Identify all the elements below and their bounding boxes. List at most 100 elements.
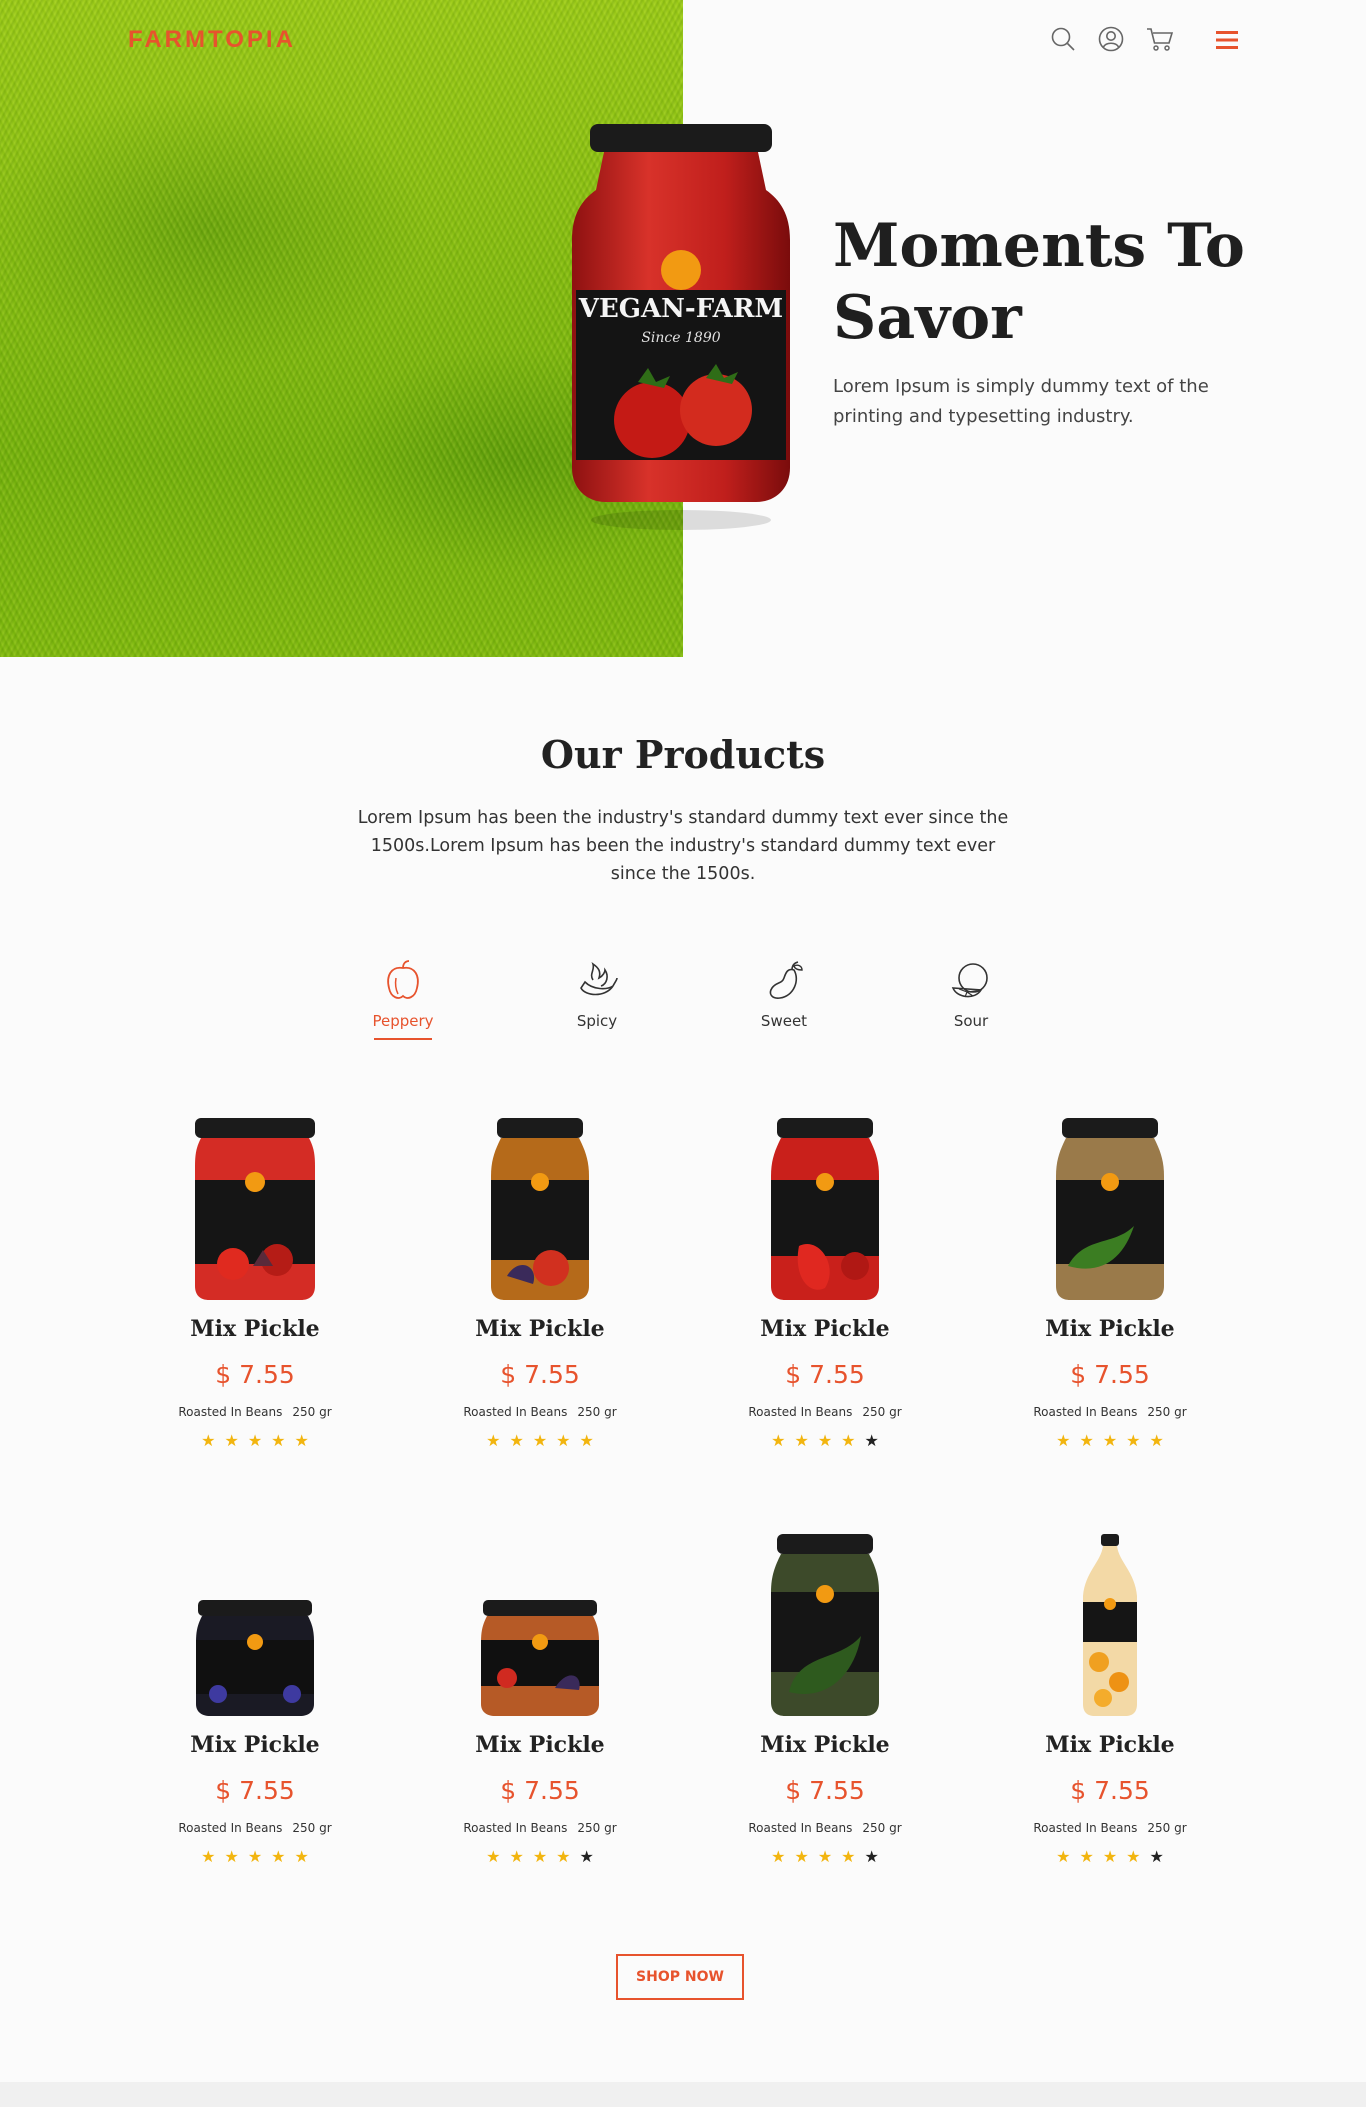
- product-rating: ★★★★★: [990, 1847, 1230, 1866]
- star-filled-icon: ★: [1079, 1431, 1103, 1450]
- star-empty-icon: ★: [579, 1847, 603, 1866]
- footer-strip: [0, 2082, 1366, 2107]
- product-card[interactable]: Mix Pickle $ 7.55 Roasted In Beans 250 gr…: [420, 1112, 660, 1450]
- product-weight: 250 gr: [577, 1405, 617, 1419]
- product-price: $ 7.55: [500, 1776, 580, 1805]
- star-filled-icon: ★: [841, 1431, 865, 1450]
- product-card[interactable]: Mix Pickle $ 7.55 Roasted In Beans 250 gr…: [990, 1112, 1230, 1450]
- product-meta: Roasted In Beans 250 gr: [990, 1405, 1230, 1419]
- product-jar-image: [705, 1528, 945, 1718]
- category-label: Sour: [953, 1012, 989, 1030]
- user-icon[interactable]: [1098, 26, 1124, 52]
- star-filled-icon: ★: [294, 1431, 318, 1450]
- product-name: Mix Pickle: [760, 1732, 890, 1758]
- product-rating: ★★★★★: [705, 1431, 945, 1450]
- product-tag: Roasted In Beans: [1033, 1821, 1138, 1835]
- product-weight: 250 gr: [862, 1821, 902, 1835]
- category-sweet[interactable]: Sweet: [724, 958, 844, 1030]
- product-card[interactable]: Mix Pickle $ 7.55 Roasted In Beans 250 gr…: [705, 1528, 945, 1866]
- star-filled-icon: ★: [1126, 1847, 1150, 1866]
- star-filled-icon: ★: [486, 1847, 510, 1866]
- star-filled-icon: ★: [509, 1847, 533, 1866]
- star-filled-icon: ★: [294, 1847, 318, 1866]
- star-filled-icon: ★: [556, 1847, 580, 1866]
- star-filled-icon: ★: [1102, 1847, 1127, 1866]
- shop-now-button[interactable]: SHOP NOW: [616, 1954, 744, 2000]
- product-price: $ 7.55: [1070, 1776, 1150, 1805]
- citrus-icon: [949, 963, 993, 1006]
- star-filled-icon: ★: [271, 1431, 295, 1450]
- star-filled-icon: ★: [1056, 1431, 1080, 1450]
- star-filled-icon: ★: [271, 1847, 295, 1866]
- product-price: $ 7.55: [500, 1360, 580, 1389]
- category-label: Sweet: [760, 1012, 808, 1030]
- product-card[interactable]: Mix Pickle $ 7.55 Roasted In Beans 250 gr…: [135, 1528, 375, 1866]
- product-rating: ★★★★★: [705, 1847, 945, 1866]
- product-tag: Roasted In Beans: [748, 1821, 853, 1835]
- category-spicy[interactable]: Spicy: [537, 958, 657, 1030]
- product-card[interactable]: Mix Pickle $ 7.55 Roasted In Beans 250 gr…: [990, 1528, 1230, 1866]
- star-filled-icon: ★: [841, 1847, 865, 1866]
- product-weight: 250 gr: [292, 1821, 332, 1835]
- hero-title: Moments To Savor: [833, 211, 1245, 353]
- star-empty-icon: ★: [864, 1431, 888, 1450]
- product-card[interactable]: Mix Pickle $ 7.55 Roasted In Beans 250 gr…: [420, 1528, 660, 1866]
- product-name: Mix Pickle: [1045, 1316, 1175, 1342]
- cart-icon[interactable]: [1146, 26, 1174, 52]
- product-name: Mix Pickle: [475, 1316, 605, 1342]
- brand-logo[interactable]: FARMTOPIA: [128, 26, 296, 54]
- product-price: $ 7.55: [215, 1360, 295, 1389]
- active-tab-underline: [374, 1038, 432, 1040]
- star-filled-icon: ★: [1102, 1431, 1127, 1450]
- product-price: $ 7.55: [785, 1360, 865, 1389]
- products-intro: Lorem Ipsum has been the industry's stan…: [357, 808, 1009, 884]
- star-filled-icon: ★: [224, 1847, 248, 1866]
- star-filled-icon: ★: [247, 1847, 272, 1866]
- product-name: Mix Pickle: [190, 1732, 320, 1758]
- product-price: $ 7.55: [1070, 1360, 1150, 1389]
- product-weight: 250 gr: [292, 1405, 332, 1419]
- star-filled-icon: ★: [1056, 1847, 1080, 1866]
- star-filled-icon: ★: [794, 1847, 818, 1866]
- product-weight: 250 gr: [1147, 1821, 1187, 1835]
- product-jar-image: [705, 1112, 945, 1302]
- product-meta: Roasted In Beans 250 gr: [705, 1821, 945, 1835]
- product-meta: Roasted In Beans 250 gr: [990, 1821, 1230, 1835]
- star-filled-icon: ★: [556, 1431, 580, 1450]
- star-filled-icon: ★: [817, 1431, 842, 1450]
- category-peppery[interactable]: Peppery: [343, 958, 463, 1040]
- products-title: Our Products: [540, 732, 826, 777]
- product-rating: ★★★★★: [135, 1431, 375, 1450]
- product-name: Mix Pickle: [760, 1316, 890, 1342]
- search-icon[interactable]: [1050, 26, 1076, 52]
- product-tag: Roasted In Beans: [463, 1405, 568, 1419]
- star-filled-icon: ★: [247, 1431, 272, 1450]
- star-filled-icon: ★: [794, 1431, 818, 1450]
- hero-jar-label: VEGAN-FARM: [578, 294, 783, 324]
- product-tag: Roasted In Beans: [463, 1821, 568, 1835]
- star-filled-icon: ★: [201, 1847, 225, 1866]
- product-jar-image: [420, 1112, 660, 1302]
- product-rating: ★★★★★: [420, 1431, 660, 1450]
- mango-icon: [764, 961, 804, 1006]
- product-jar-image: [990, 1528, 1230, 1718]
- chili-flame-icon: [575, 962, 619, 1006]
- menu-icon[interactable]: [1216, 30, 1238, 54]
- star-filled-icon: ★: [224, 1431, 248, 1450]
- product-jar-image: [135, 1528, 375, 1718]
- product-card[interactable]: Mix Pickle $ 7.55 Roasted In Beans 250 gr…: [135, 1112, 375, 1450]
- star-filled-icon: ★: [817, 1847, 842, 1866]
- product-card[interactable]: Mix Pickle $ 7.55 Roasted In Beans 250 gr…: [705, 1112, 945, 1450]
- product-price: $ 7.55: [215, 1776, 295, 1805]
- product-weight: 250 gr: [577, 1821, 617, 1835]
- hero-text: Lorem Ipsum is simply dummy text of the …: [833, 376, 1209, 427]
- category-sour[interactable]: Sour: [911, 958, 1031, 1030]
- hero-jar-image: VEGAN-FARM Since 1890: [566, 120, 796, 544]
- product-weight: 250 gr: [1147, 1405, 1187, 1419]
- star-filled-icon: ★: [771, 1431, 795, 1450]
- star-filled-icon: ★: [771, 1847, 795, 1866]
- star-filled-icon: ★: [1126, 1431, 1150, 1450]
- product-price: $ 7.55: [785, 1776, 865, 1805]
- category-label: Peppery: [372, 1012, 434, 1030]
- product-meta: Roasted In Beans 250 gr: [135, 1405, 375, 1419]
